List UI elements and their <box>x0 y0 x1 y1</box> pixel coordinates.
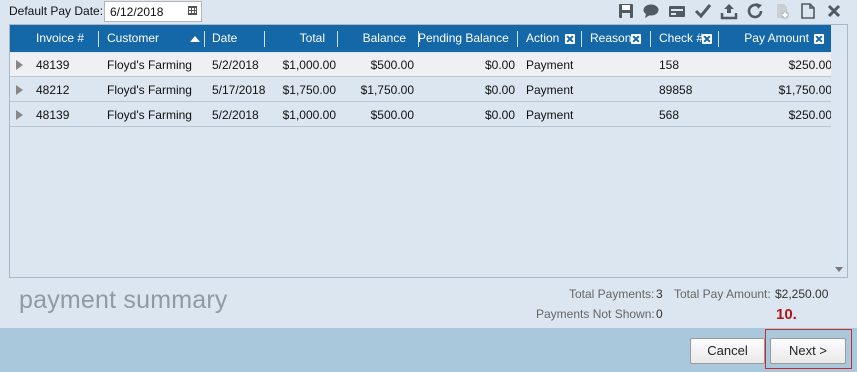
cell-invoice: 48212 <box>36 83 70 97</box>
column-separator[interactable] <box>264 31 265 47</box>
cell-action[interactable]: Payment <box>526 78 573 102</box>
cell-customer: Floyd's Farming <box>107 83 192 97</box>
step-badge: 10. <box>776 306 797 323</box>
cell-check[interactable]: 158 <box>659 53 679 77</box>
expand-row-icon[interactable] <box>16 60 23 70</box>
cell-total: $1,000.00 <box>282 108 336 122</box>
remove-column-icon[interactable] <box>565 34 575 44</box>
payments-not-shown-label: Payments Not Shown: <box>536 307 655 321</box>
cancel-button[interactable]: Cancel <box>690 338 765 364</box>
column-separator[interactable] <box>517 31 518 47</box>
column-header-date[interactable]: Date <box>212 25 237 52</box>
payment-summary-title: payment summary <box>19 286 228 314</box>
column-header-reason[interactable]: Reason <box>590 25 631 52</box>
remove-column-icon[interactable] <box>631 34 641 44</box>
check-icon[interactable] <box>694 2 712 20</box>
scrollbar-thumb[interactable] <box>834 27 845 257</box>
cell-customer: Floyd's Farming <box>107 58 192 72</box>
card-icon[interactable] <box>668 2 686 20</box>
toolbar: Default Pay Date: 6/12/2018 <box>0 0 857 24</box>
cell-pay-amount[interactable]: $1,750.00 <box>722 78 832 102</box>
cell-total: $1,750.00 <box>282 83 336 97</box>
remove-column-icon[interactable] <box>702 34 712 44</box>
cell-check[interactable]: 89858 <box>659 78 692 102</box>
next-button-highlight <box>765 329 852 369</box>
cell-pending-balance: $0.00 <box>484 58 515 72</box>
expand-row-icon[interactable] <box>16 85 23 95</box>
total-pay-amount-value: $2,250.00 <box>775 287 829 301</box>
total-payments-label: Total Payments: <box>569 287 655 301</box>
column-separator[interactable] <box>204 31 205 47</box>
cell-check[interactable]: 568 <box>659 103 679 127</box>
cell-pending-balance: $0.00 <box>484 83 515 97</box>
column-header-action[interactable]: Action <box>526 25 559 52</box>
cell-action[interactable]: Payment <box>526 53 573 77</box>
column-separator[interactable] <box>718 31 719 47</box>
cell-pay-amount[interactable]: $250.00 <box>722 103 832 127</box>
payments-not-shown-value: 0 <box>656 307 663 321</box>
cell-invoice: 48139 <box>36 108 70 122</box>
comment-icon[interactable] <box>642 2 660 20</box>
table-row[interactable]: 48139 Floyd's Farming 5/2/2018 $1,000.00… <box>10 53 832 77</box>
column-separator[interactable] <box>581 31 582 47</box>
cell-date: 5/17/2018 <box>212 83 266 97</box>
cell-action[interactable]: Payment <box>526 103 573 127</box>
column-separator[interactable] <box>98 31 99 47</box>
column-header-customer[interactable]: Customer <box>107 25 159 52</box>
add-document-icon[interactable] <box>773 2 791 20</box>
cell-invoice: 48139 <box>36 58 70 72</box>
column-header-check[interactable]: Check # <box>659 25 703 52</box>
close-icon[interactable] <box>825 2 843 20</box>
expand-row-icon[interactable] <box>16 110 23 120</box>
upload-icon[interactable] <box>720 2 738 20</box>
document-icon[interactable] <box>799 2 817 20</box>
column-separator[interactable] <box>650 31 651 47</box>
footer-bar: Cancel Next > <box>0 328 857 372</box>
default-pay-date-label: Default Pay Date: <box>9 4 104 18</box>
cell-balance: $500.00 <box>370 58 414 72</box>
scroll-down-icon[interactable] <box>835 267 843 272</box>
payments-grid: Invoice # Customer Date Total Balance Pe… <box>9 24 848 278</box>
cell-balance: $1,750.00 <box>360 83 414 97</box>
vertical-scrollbar[interactable] <box>831 25 847 277</box>
cell-customer: Floyd's Farming <box>107 108 192 122</box>
cell-balance: $500.00 <box>370 108 414 122</box>
table-row[interactable]: 48212 Floyd's Farming 5/17/2018 $1,750.0… <box>10 78 832 102</box>
default-pay-date-input[interactable]: 6/12/2018 <box>104 1 202 22</box>
column-header-balance[interactable]: Balance <box>340 25 406 52</box>
total-pay-amount-label: Total Pay Amount: <box>674 287 771 301</box>
column-header-pay-amount[interactable]: Pay Amount <box>722 25 809 52</box>
total-payments-value: 3 <box>656 287 663 301</box>
column-header-total[interactable]: Total <box>266 25 325 52</box>
cell-pending-balance: $0.00 <box>484 108 515 122</box>
table-row[interactable]: 48139 Floyd's Farming 5/2/2018 $1,000.00… <box>10 103 832 127</box>
column-header-pending-balance[interactable]: Pending Balance <box>418 25 509 52</box>
cell-total: $1,000.00 <box>282 58 336 72</box>
calendar-icon[interactable] <box>188 6 197 15</box>
column-header-invoice[interactable]: Invoice # <box>36 25 84 52</box>
cell-pay-amount[interactable]: $250.00 <box>722 53 832 77</box>
grid-header: Invoice # Customer Date Total Balance Pe… <box>10 25 832 52</box>
cell-date: 5/2/2018 <box>212 108 259 122</box>
column-separator[interactable] <box>337 31 338 47</box>
remove-column-icon[interactable] <box>814 34 824 44</box>
sort-ascending-icon[interactable] <box>190 36 200 42</box>
cell-date: 5/2/2018 <box>212 58 259 72</box>
save-icon[interactable] <box>617 2 635 20</box>
refresh-icon[interactable] <box>746 2 764 20</box>
default-pay-date-value: 6/12/2018 <box>110 5 164 19</box>
